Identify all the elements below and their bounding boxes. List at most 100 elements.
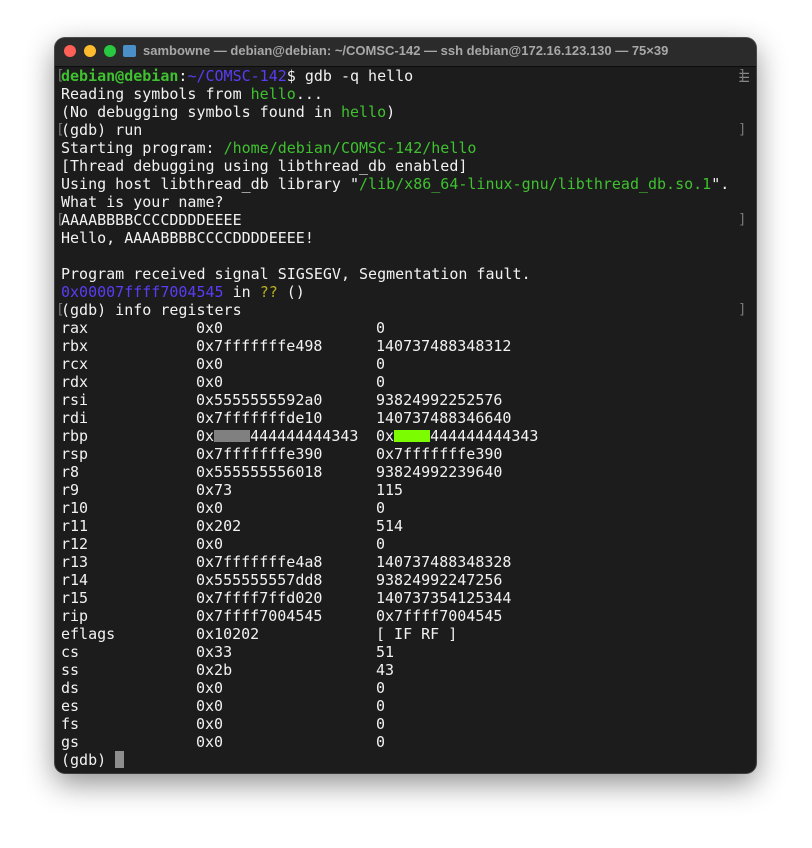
register-row: r9 0x73 115 <box>61 481 756 499</box>
register-name: r15 <box>61 589 89 607</box>
register-row: r12 0x0 0 <box>61 535 756 553</box>
register-row: es 0x0 0 <box>61 697 756 715</box>
text-segment: (gdb) run <box>61 121 143 139</box>
register-row: rbp 0x 444444444343 0x 444444444343 <box>61 427 756 445</box>
maximize-button[interactable] <box>104 45 116 57</box>
register-name: rcx <box>61 355 89 373</box>
text-segment: (No debugging symbols found in <box>61 103 341 121</box>
text-segment: hello <box>340 103 387 121</box>
register-value: 0x 444444444343 <box>376 427 538 445</box>
text-segment: 0x00007ffff7004545 <box>61 283 224 301</box>
register-value: [ IF RF ] <box>376 625 458 643</box>
register-row: gs 0x0 0 <box>61 733 756 751</box>
value-prefix: 0x <box>376 427 395 445</box>
register-value: 43 <box>376 661 395 679</box>
title-bar[interactable]: sambowne — debian@debian: ~/COMSC-142 — … <box>55 38 756 67</box>
register-name: r14 <box>61 571 89 589</box>
register-row: fs 0x0 0 <box>61 715 756 733</box>
register-value: 51 <box>376 643 395 661</box>
text-segment: /lib/x86_64-linux-gnu/libthread_db.so.1 <box>359 175 712 193</box>
gdb-prompt: (gdb) <box>61 751 116 769</box>
text-segment: ) <box>386 103 396 121</box>
register-name: rbp <box>61 427 89 445</box>
register-hex: 0x0 <box>196 499 224 517</box>
register-value: 0x7ffff7004545 <box>376 607 503 625</box>
register-value: 0 <box>376 355 386 373</box>
text-segment: ~/COMSC-142 <box>187 67 287 85</box>
register-value: 0 <box>376 679 386 697</box>
register-value: 93824992239640 <box>376 463 503 481</box>
register-name: rbx <box>61 337 89 355</box>
register-row: r11 0x202 514 <box>61 517 756 535</box>
terminal-line: Hello, AAAABBBBCCCCDDDDEEEE! <box>61 229 756 247</box>
register-row: r13 0x7fffffffe4a8 140737488348328 <box>61 553 756 571</box>
register-hex: 0x555555556018 <box>196 463 323 481</box>
text-segment: AAAABBBBCCCCDDDDEEEE <box>61 211 242 229</box>
register-value: 0 <box>376 373 386 391</box>
text-segment: hello <box>250 85 296 103</box>
text-segment: ... <box>295 85 323 103</box>
text-segment: debian@debian <box>61 67 179 85</box>
register-row: eflags 0x10202 [ IF RF ] <box>61 625 756 643</box>
register-hex: 0x7fffffffe390 <box>196 445 323 463</box>
register-value: 514 <box>376 517 404 535</box>
folder-icon <box>123 45 136 57</box>
register-name: cs <box>61 643 80 661</box>
register-hex: 0x202 <box>196 517 242 535</box>
register-hex: 0x 444444444343 <box>196 427 358 445</box>
register-value: 140737488348328 <box>376 553 512 571</box>
register-hex: 0x5555555592a0 <box>196 391 323 409</box>
register-name: fs <box>61 715 80 733</box>
register-value: 0 <box>376 715 386 733</box>
minimize-button[interactable] <box>84 45 96 57</box>
text-segment: Hello, AAAABBBBCCCCDDDDEEEE! <box>61 229 314 247</box>
register-name: rdi <box>61 409 89 427</box>
register-value: 140737354125344 <box>376 589 512 607</box>
register-hex: 0x0 <box>196 535 224 553</box>
register-name: r8 <box>61 463 80 481</box>
register-name: r10 <box>61 499 89 517</box>
register-row: r15 0x7ffff7ffd020 140737354125344 <box>61 589 756 607</box>
line-mark-right: ] <box>738 122 747 138</box>
register-hex: 0x7fffffffe498 <box>196 337 323 355</box>
register-row: rsp 0x7fffffffe390 0x7fffffffe390 <box>61 445 756 463</box>
terminal-line: [Thread debugging using libthread_db ena… <box>61 157 756 175</box>
register-hex: 0x7ffff7004545 <box>196 607 323 625</box>
register-hex: 0x10202 <box>196 625 260 643</box>
hex-suffix: 444444444343 <box>250 427 359 445</box>
line-mark-right: ] <box>738 68 747 84</box>
register-name: r9 <box>61 481 80 499</box>
register-hex: 0x7fffffffe4a8 <box>196 553 323 571</box>
register-name: rax <box>61 319 89 337</box>
text-segment: [Thread debugging using libthread_db ena… <box>61 157 468 175</box>
register-hex: 0x7ffff7ffd020 <box>196 589 323 607</box>
line-mark-left: [ <box>56 302 65 318</box>
register-name: rsi <box>61 391 89 409</box>
value-suffix: 444444444343 <box>430 427 539 445</box>
register-name: r12 <box>61 535 89 553</box>
register-row: r14 0x555555557dd8 93824992247256 <box>61 571 756 589</box>
text-segment: (gdb) info registers <box>61 301 242 319</box>
register-name: r11 <box>61 517 89 535</box>
close-button[interactable] <box>64 45 76 57</box>
register-value: 93824992252576 <box>376 391 503 409</box>
register-hex: 0x73 <box>196 481 233 499</box>
text-segment: in <box>223 283 260 301</box>
terminal-line: What is your name? <box>61 193 756 211</box>
register-name: es <box>61 697 80 715</box>
register-hex: 0x0 <box>196 679 224 697</box>
text-segment: /home/debian/COMSC-142/hello <box>223 139 477 157</box>
terminal-output[interactable]: [] debian@debian:~/COMSC-142$ gdb -q hell… <box>56 67 756 769</box>
register-row: rbx 0x7fffffffe498 140737488348312 <box>61 337 756 355</box>
register-name: ds <box>61 679 80 697</box>
register-hex: 0x33 <box>196 643 233 661</box>
text-segment: $ gdb -q hello <box>286 67 414 85</box>
terminal-line: Program received signal SIGSEGV, Segment… <box>61 265 756 283</box>
prompt-line[interactable]: (gdb) <box>61 751 756 769</box>
register-name: eflags <box>61 625 116 643</box>
register-value: 115 <box>376 481 404 499</box>
line-mark-left: [ <box>56 122 65 138</box>
register-row: rsi 0x5555555592a0 93824992252576 <box>61 391 756 409</box>
register-value: 140737488348312 <box>376 337 512 355</box>
